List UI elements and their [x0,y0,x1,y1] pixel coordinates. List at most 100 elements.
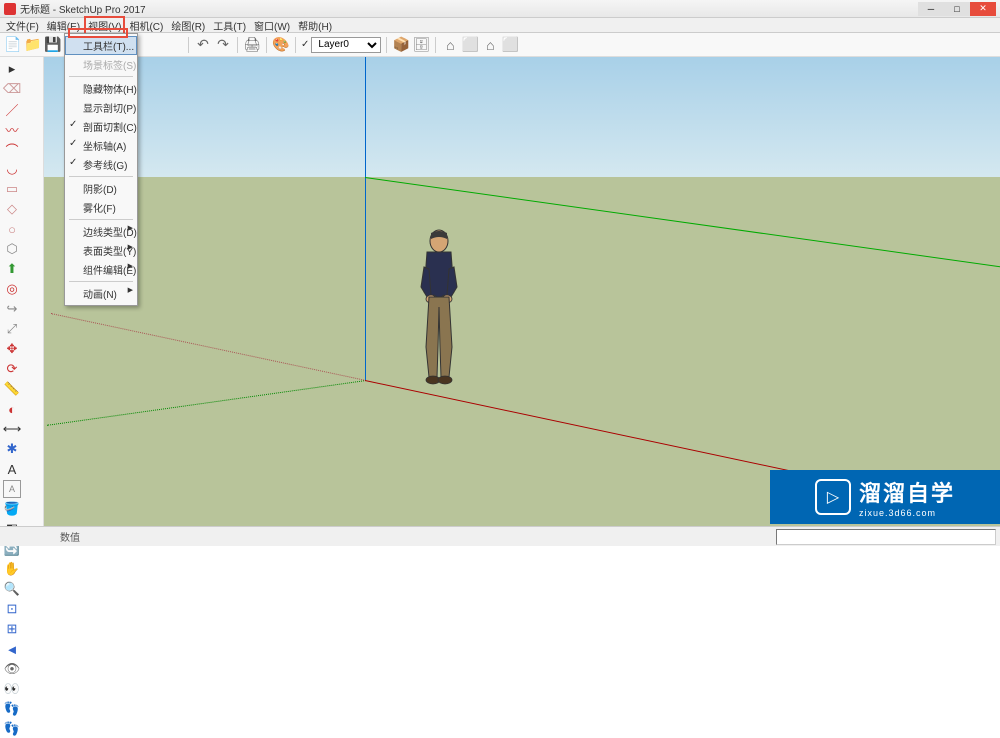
menu-edge-style[interactable]: 边线类型(D) [65,222,137,241]
arc2-tool[interactable]: ◡ [3,160,21,178]
line-tool[interactable]: ／ [3,100,21,118]
freehand-tool[interactable]: 〰 [3,120,21,138]
viewport-3d[interactable] [44,57,1000,526]
rect2-tool[interactable]: ◇ [3,200,21,218]
prev-tool[interactable]: ◄ [3,640,21,658]
rotate-tool[interactable]: ⟳ [3,360,21,378]
menu-scene-tabs[interactable]: 场景标签(S) [65,55,137,74]
app-icon [4,3,16,15]
menu-face-style[interactable]: 表面类型(Y) [65,241,137,260]
main-area: ▸ ⌫ ／ 〰 ⌒ ◡ ▭ ◇ ○ ⬡ ⬆ ◎ ↪ ⤢ ✥ ⟳ 📏 ◐ ⟷ ✱ … [0,57,1000,526]
separator [188,37,189,53]
menubar: 文件(F) 编辑(E) 视图(V) 相机(C) 绘图(R) 工具(T) 窗口(W… [0,18,1000,33]
circle-tool[interactable]: ○ [3,220,21,238]
menu-draw[interactable]: 绘图(R) [167,18,209,33]
zoomwindow-tool[interactable]: ⊡ [3,600,21,618]
new-icon[interactable]: 📄 [4,36,22,54]
section-tool2[interactable]: 👣 [3,720,21,738]
menu-fog[interactable]: 雾化(F) [65,198,137,217]
menu-section-cuts[interactable]: 剖面切割(C) [65,117,137,136]
window-title: 无标题 - SketchUp Pro 2017 [20,1,918,16]
statusbar: 数值 [0,526,1000,546]
redo-icon[interactable]: ↷ [214,36,232,54]
watermark-url: zixue.3d66.com [859,508,955,518]
eraser-tool[interactable]: ⌫ [3,80,21,98]
separator [266,37,267,53]
menu-hidden-geometry[interactable]: 隐藏物体(H) [65,79,137,98]
scale-tool[interactable]: ⤢ [3,320,21,338]
zoom-tool[interactable]: 🔍 [3,580,21,598]
menu-toolbars[interactable]: 工具栏(T)... [65,36,137,55]
sky-background [44,57,1000,177]
model-icon[interactable]: 🎨 [272,36,290,54]
layer-select[interactable]: Layer0 [311,37,381,53]
save-icon[interactable]: 💾 [44,36,62,54]
menu-file[interactable]: 文件(F) [2,18,43,33]
minimize-button[interactable]: ─ [918,2,944,16]
side-icon[interactable]: ⬜ [501,36,519,54]
look-tool[interactable]: 👀 [3,680,21,698]
menu-separator [69,176,133,177]
tape-tool[interactable]: 📏 [3,380,21,398]
menu-tools[interactable]: 工具(T) [209,18,250,33]
polygon-tool[interactable]: ⬡ [3,240,21,258]
rect-tool[interactable]: ▭ [3,180,21,198]
menu-camera[interactable]: 相机(C) [125,18,167,33]
offset-tool[interactable]: ◎ [3,280,21,298]
close-button[interactable]: ✕ [970,2,996,16]
window-controls: ─ □ ✕ [918,2,996,16]
box-icon[interactable]: 📦 [392,36,410,54]
dimension-tool[interactable]: ⟷ [3,420,21,438]
menu-axes[interactable]: 坐标轴(A) [65,136,137,155]
menu-guides[interactable]: 参考线(G) [65,155,137,174]
value-label: 数值 [60,529,84,544]
separator [435,37,436,53]
front-icon[interactable]: ⌂ [481,36,499,54]
separator [386,37,387,53]
menu-component-edit[interactable]: 组件编辑(E) [65,260,137,279]
watermark-title: 溜溜自学 [859,476,955,508]
menu-section-planes[interactable]: 显示剖切(P) [65,98,137,117]
separator [237,37,238,53]
pan-tool[interactable]: ✋ [3,560,21,578]
menu-help[interactable]: 帮助(H) [294,18,336,33]
view-dropdown-menu: 工具栏(T)... 场景标签(S) 隐藏物体(H) 显示剖切(P) 剖面切割(C… [64,33,138,306]
open-icon[interactable]: 📁 [24,36,42,54]
iso-icon[interactable]: ⌂ [441,36,459,54]
cylinder-icon[interactable]: 🗄 [412,36,430,54]
axes-tool[interactable]: ✱ [3,440,21,458]
paint-tool[interactable]: 🪣 [3,500,21,518]
toolbox-left: ▸ ⌫ ／ 〰 ⌒ ◡ ▭ ◇ ○ ⬡ ⬆ ◎ ↪ ⤢ ✥ ⟳ 📏 ◐ ⟷ ✱ … [0,57,44,526]
maximize-button[interactable]: □ [944,2,970,16]
scale-figure [409,227,469,387]
top-icon[interactable]: ⬜ [461,36,479,54]
titlebar: 无标题 - SketchUp Pro 2017 ─ □ ✕ [0,0,1000,18]
walk-tool[interactable]: 👣 [3,700,21,718]
text-tool[interactable]: A [3,460,21,478]
text3d-tool[interactable]: A [3,480,21,498]
followme-tool[interactable]: ↪ [3,300,21,318]
watermark: ▷ 溜溜自学 zixue.3d66.com [770,470,1000,524]
arc-tool[interactable]: ⌒ [3,140,21,158]
menu-animation[interactable]: 动画(N) [65,284,137,303]
menu-window[interactable]: 窗口(W) [250,18,294,33]
pushpull-tool[interactable]: ⬆ [3,260,21,278]
play-icon: ▷ [815,479,851,515]
separator [295,37,296,53]
print-icon[interactable]: 🖨 [243,36,261,54]
move-tool[interactable]: ✥ [3,340,21,358]
zoomextents-tool[interactable]: ⊞ [3,620,21,638]
protractor-tool[interactable]: ◐ [3,400,21,418]
toolbar-top: 📄 📁 💾 ↶ ↷ 🖨 🎨 ✓ Layer0 📦 🗄 ⌂ ⬜ ⌂ ⬜ [0,33,1000,57]
menu-view[interactable]: 视图(V) [84,16,125,35]
menu-separator [69,219,133,220]
measurement-input[interactable] [776,529,996,545]
position-tool[interactable]: 👁 [3,660,21,678]
menu-edit[interactable]: 编辑(E) [43,18,84,33]
undo-icon[interactable]: ↶ [194,36,212,54]
menu-separator [69,281,133,282]
blue-axis [365,57,366,381]
menu-shadows[interactable]: 阴影(D) [65,179,137,198]
select-tool[interactable]: ▸ [3,60,21,78]
menu-separator [69,76,133,77]
